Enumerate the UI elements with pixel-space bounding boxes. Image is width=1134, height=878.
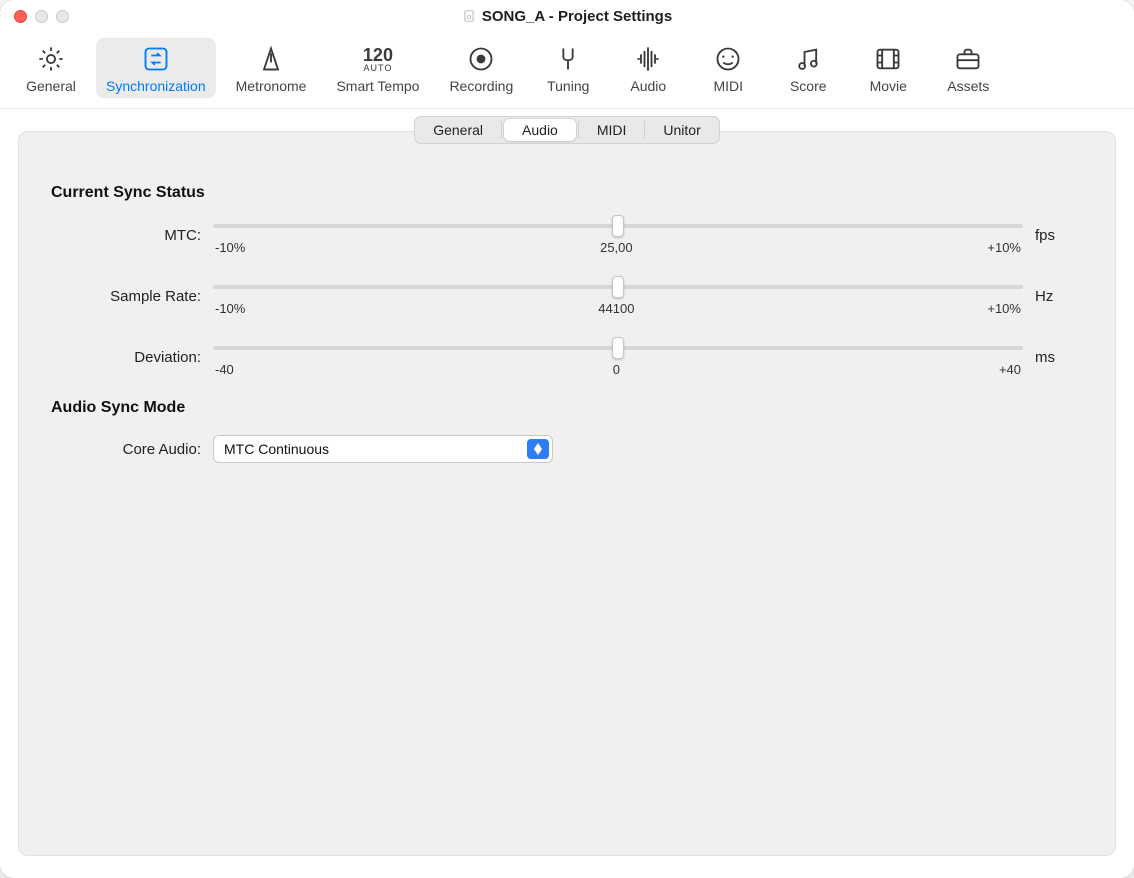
toolbar: General Synchronization Metronome 120 AU… xyxy=(0,32,1134,109)
body: General Audio MIDI Unitor Current Sync S… xyxy=(0,109,1134,878)
tab-unitor[interactable]: Unitor xyxy=(645,117,718,143)
segmented-control: General Audio MIDI Unitor xyxy=(414,116,720,144)
tick-left: -10% xyxy=(215,301,245,316)
toolbar-item-general[interactable]: General xyxy=(16,38,86,98)
toolbar-item-label: Recording xyxy=(449,78,513,94)
section-title-sync-status: Current Sync Status xyxy=(51,184,1091,202)
toolbar-item-label: Metronome xyxy=(236,78,307,94)
toolbar-item-label: Tuning xyxy=(547,78,589,94)
slider-unit: Hz xyxy=(1035,288,1083,305)
slider-ticks: -10% 44100 +10% xyxy=(213,301,1023,316)
window-title: SONG_A - Project Settings xyxy=(0,8,1134,25)
tick-center: 0 xyxy=(613,362,620,377)
gear-icon xyxy=(36,44,66,74)
slider-unit: fps xyxy=(1035,227,1083,244)
titlebar: SONG_A - Project Settings xyxy=(0,0,1134,32)
toolbar-item-label: Assets xyxy=(947,78,989,94)
toolbar-item-audio[interactable]: Audio xyxy=(613,38,683,98)
sample-rate-slider[interactable] xyxy=(213,277,1023,297)
slider-thumb[interactable] xyxy=(612,337,624,359)
tuning-fork-icon xyxy=(553,44,583,74)
document-icon xyxy=(462,9,476,23)
slider-ticks: -40 0 +40 xyxy=(213,362,1023,377)
music-notes-icon xyxy=(793,44,823,74)
toolbar-item-label: Movie xyxy=(870,78,907,94)
smart-tempo-mode: AUTO xyxy=(363,64,393,73)
toolbar-item-midi[interactable]: MIDI xyxy=(693,38,763,98)
slider-label: Sample Rate: xyxy=(51,288,201,305)
toolbar-item-recording[interactable]: Recording xyxy=(439,38,523,98)
slider-row-sample-rate: Sample Rate: -10% 44100 +10% Hz xyxy=(43,277,1091,316)
sub-tab-bar: General Audio MIDI Unitor xyxy=(43,116,1091,144)
toolbar-item-label: Score xyxy=(790,78,827,94)
smart-tempo-icon: 120 AUTO xyxy=(363,44,393,74)
tick-right: +10% xyxy=(987,240,1021,255)
tab-audio[interactable]: Audio xyxy=(504,119,576,141)
metronome-icon xyxy=(256,44,286,74)
section-title-audio-sync-mode: Audio Sync Mode xyxy=(51,399,1091,417)
waveform-icon xyxy=(633,44,663,74)
midi-icon xyxy=(713,44,743,74)
window-title-text: SONG_A - Project Settings xyxy=(482,8,672,25)
slider-thumb[interactable] xyxy=(612,215,624,237)
record-icon xyxy=(466,44,496,74)
toolbar-item-label: Synchronization xyxy=(106,78,206,94)
toolbar-item-tuning[interactable]: Tuning xyxy=(533,38,603,98)
slider-row-deviation: Deviation: -40 0 +40 ms xyxy=(43,338,1091,377)
film-icon xyxy=(873,44,903,74)
toolbar-item-label: General xyxy=(26,78,76,94)
sync-icon xyxy=(141,44,171,74)
tick-left: -40 xyxy=(215,362,234,377)
toolbar-item-assets[interactable]: Assets xyxy=(933,38,1003,98)
toolbar-item-label: Smart Tempo xyxy=(336,78,419,94)
briefcase-icon xyxy=(953,44,983,74)
deviation-slider[interactable] xyxy=(213,338,1023,358)
core-audio-row: Core Audio: MTC Continuous xyxy=(43,435,1091,463)
core-audio-label: Core Audio: xyxy=(51,441,201,458)
slider-ticks: -10% 25,00 +10% xyxy=(213,240,1023,255)
settings-panel: General Audio MIDI Unitor Current Sync S… xyxy=(18,131,1116,856)
tick-center: 25,00 xyxy=(600,240,633,255)
project-settings-window: SONG_A - Project Settings General Synchr… xyxy=(0,0,1134,878)
tick-right: +10% xyxy=(987,301,1021,316)
chevron-updown-icon xyxy=(527,439,549,459)
dropdown-value: MTC Continuous xyxy=(224,441,329,457)
toolbar-item-metronome[interactable]: Metronome xyxy=(226,38,317,98)
slider-label: MTC: xyxy=(51,227,201,244)
core-audio-dropdown[interactable]: MTC Continuous xyxy=(213,435,553,463)
slider-unit: ms xyxy=(1035,349,1083,366)
mtc-slider[interactable] xyxy=(213,216,1023,236)
tick-left: -10% xyxy=(215,240,245,255)
tick-center: 44100 xyxy=(598,301,634,316)
toolbar-item-smart-tempo[interactable]: 120 AUTO Smart Tempo xyxy=(326,38,429,98)
divider xyxy=(501,121,502,139)
tab-midi[interactable]: MIDI xyxy=(579,117,645,143)
toolbar-item-movie[interactable]: Movie xyxy=(853,38,923,98)
toolbar-item-score[interactable]: Score xyxy=(773,38,843,98)
toolbar-item-label: Audio xyxy=(630,78,666,94)
toolbar-item-synchronization[interactable]: Synchronization xyxy=(96,38,216,98)
toolbar-item-label: MIDI xyxy=(713,78,743,94)
tab-general[interactable]: General xyxy=(415,117,501,143)
smart-tempo-value: 120 xyxy=(363,46,393,64)
slider-thumb[interactable] xyxy=(612,276,624,298)
slider-label: Deviation: xyxy=(51,349,201,366)
slider-row-mtc: MTC: -10% 25,00 +10% fps xyxy=(43,216,1091,255)
tick-right: +40 xyxy=(999,362,1021,377)
